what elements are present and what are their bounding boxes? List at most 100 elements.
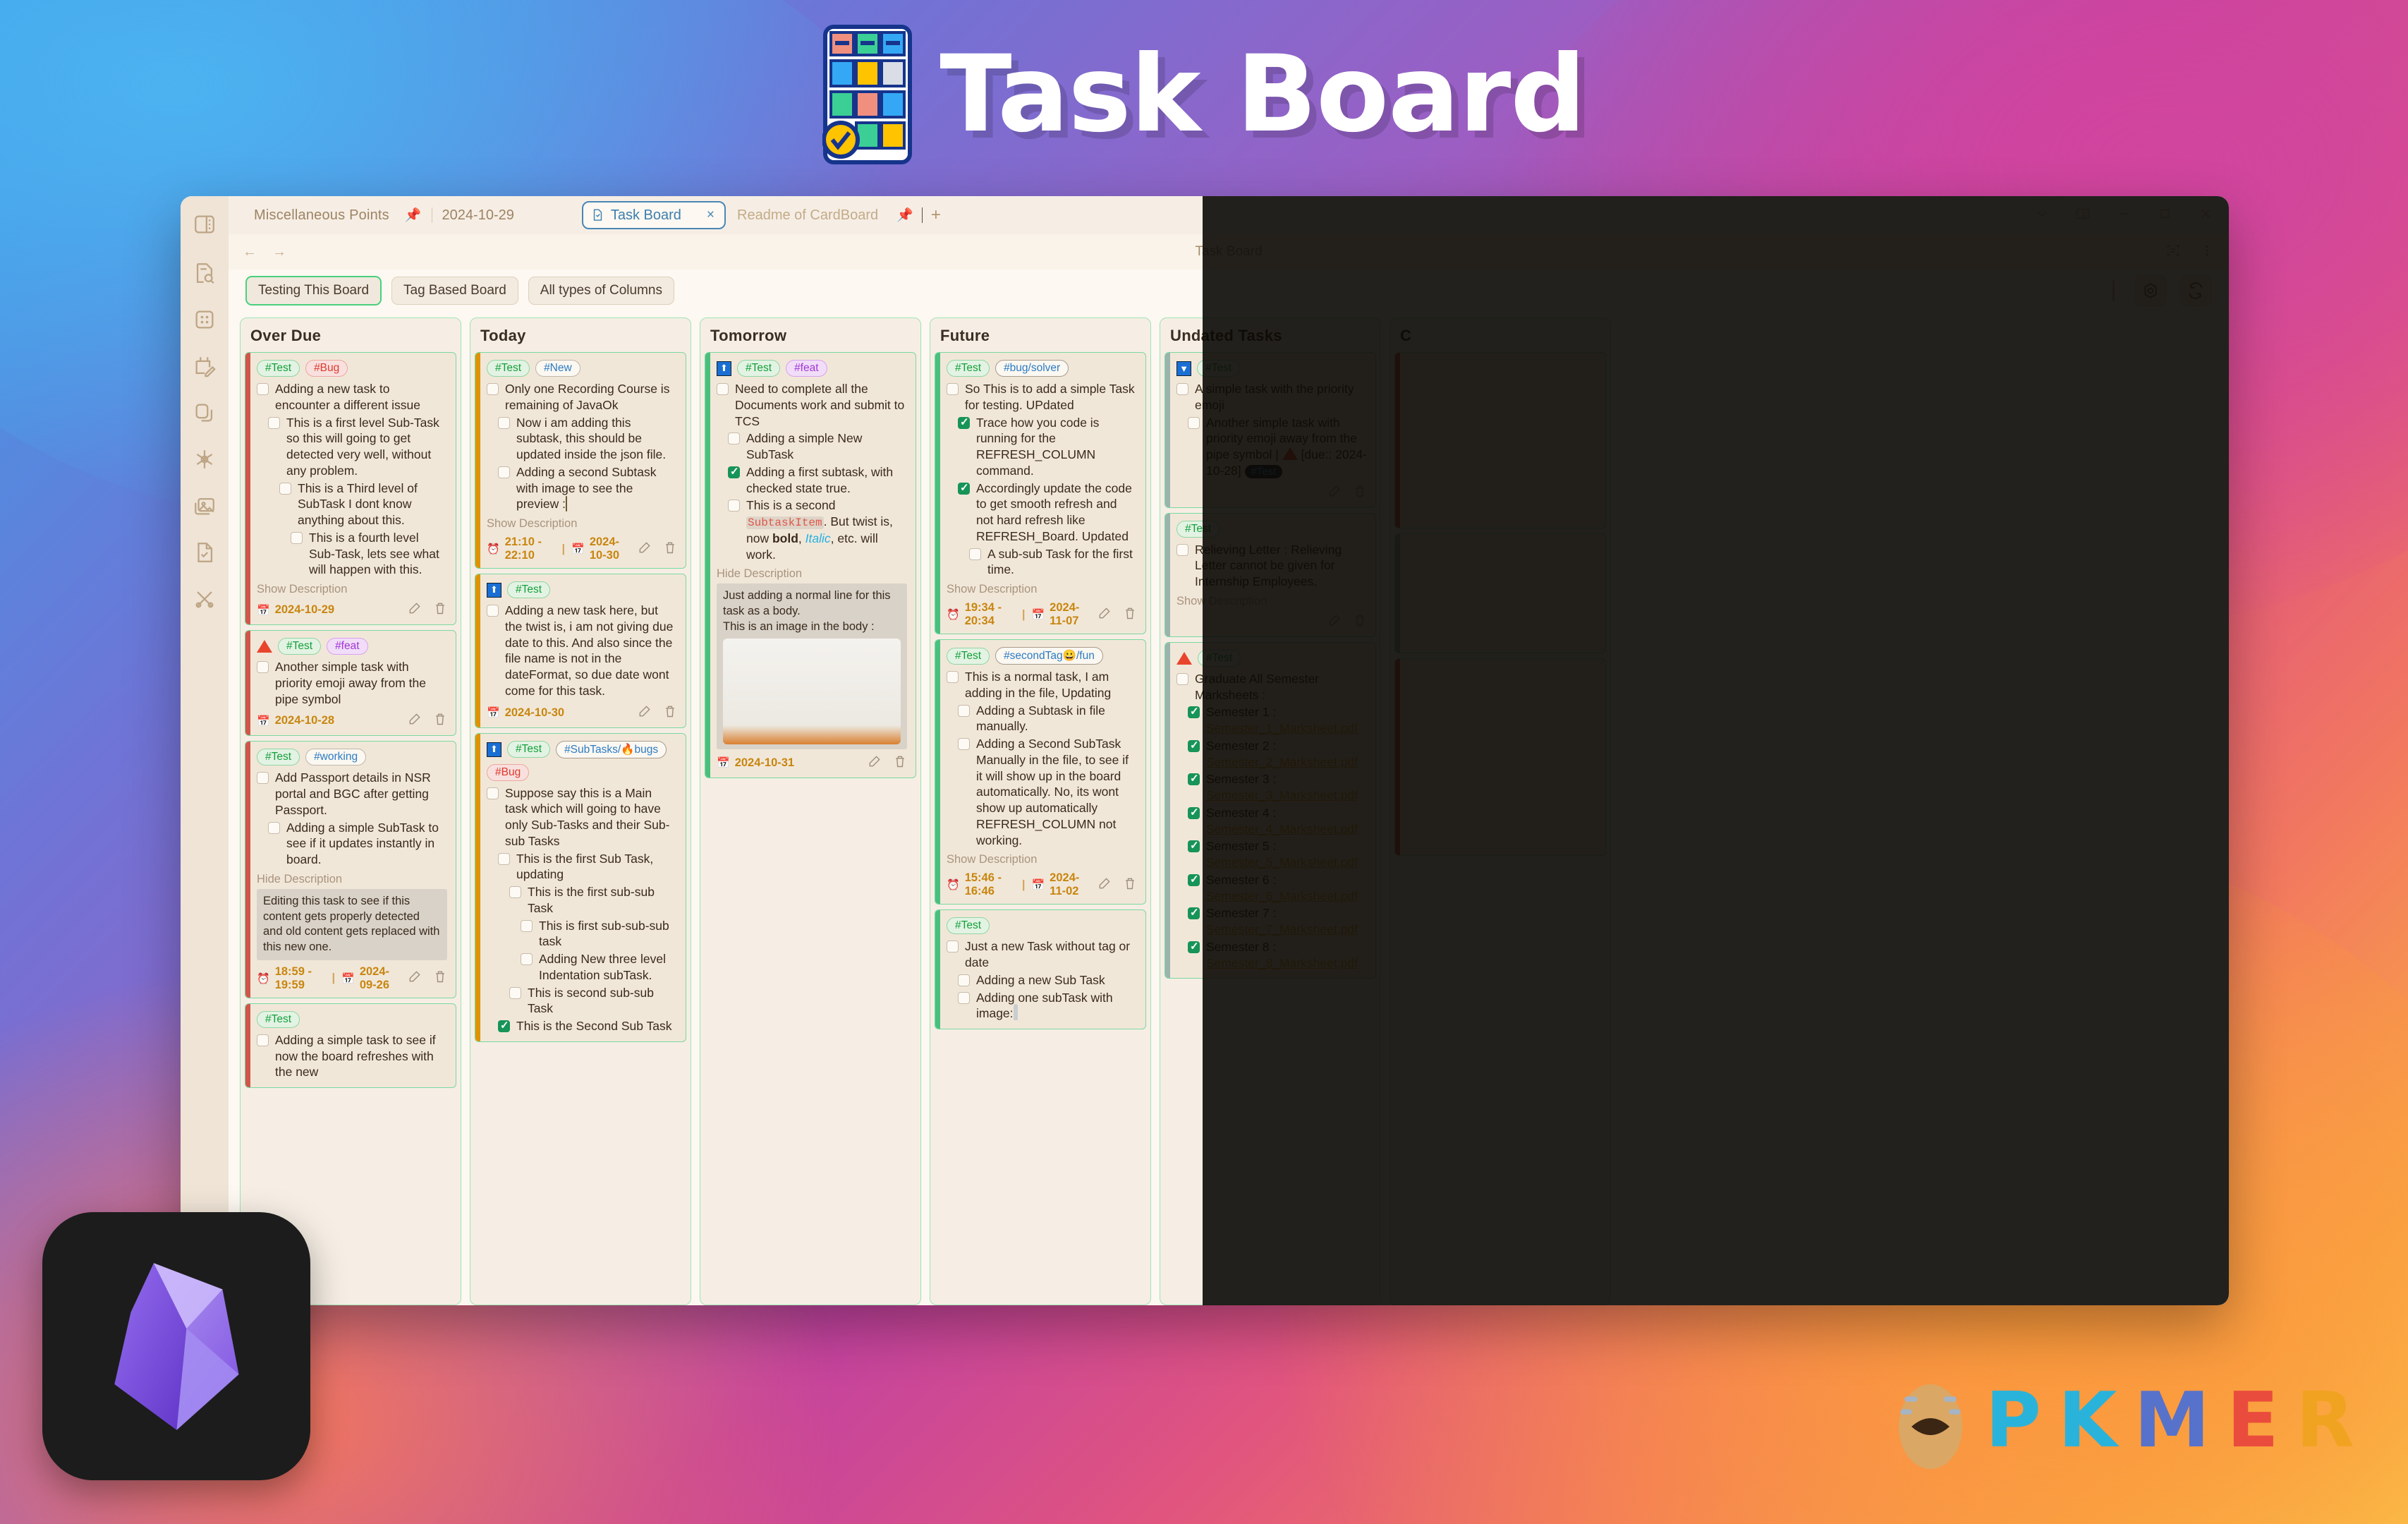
checkbox[interactable]	[947, 941, 959, 953]
tab-task-board[interactable]: Task Board ×	[581, 201, 726, 229]
dice-grid-icon[interactable]	[193, 308, 217, 332]
task-card[interactable]: #Test Graduate All Semester Marksheets :…	[1165, 641, 1376, 979]
task-card[interactable]	[1394, 658, 1606, 856]
checkbox[interactable]	[279, 482, 291, 495]
task-card[interactable]: #Test #Bug Adding a new task to encounte…	[245, 352, 456, 625]
checkbox[interactable]	[958, 974, 970, 986]
tag-second-tag-fun[interactable]: #secondTag😀/fun	[995, 647, 1103, 665]
tag-test[interactable]: #Test	[947, 647, 990, 665]
marksheet-link[interactable]: Semester_6_Marksheet.pdf	[1206, 889, 1358, 903]
tag-test[interactable]: #Test	[257, 749, 300, 766]
tab-readme-of-cardboard[interactable]: Readme of CardBoard	[737, 207, 878, 224]
checkbox[interactable]	[498, 1019, 510, 1033]
tag-test[interactable]: #Test	[947, 917, 990, 935]
marksheet-link[interactable]: Semester_5_Marksheet.pdf	[1206, 855, 1358, 869]
maximize-icon[interactable]	[2157, 206, 2172, 225]
checkbox[interactable]	[1176, 672, 1188, 685]
task-card[interactable]: #Test Just a new Task without tag or dat…	[935, 909, 1146, 1029]
checkbox[interactable]	[958, 481, 970, 495]
edit-icon[interactable]	[408, 969, 422, 987]
task-card[interactable]: ⬆ #Test Adding a new task here, but the …	[475, 574, 686, 728]
close-icon[interactable]	[2198, 206, 2213, 225]
tag-test[interactable]: #Test	[257, 360, 300, 377]
tag-bug[interactable]: #Bug	[305, 360, 348, 377]
edit-icon[interactable]	[408, 601, 422, 619]
checkbox[interactable]	[958, 704, 970, 717]
task-card[interactable]	[1394, 352, 1606, 528]
checkbox[interactable]	[717, 383, 729, 395]
board-tab-all-types-of-columns[interactable]: All types of Columns	[528, 277, 674, 305]
checkbox[interactable]	[291, 531, 303, 544]
tag-feat[interactable]: #feat	[786, 360, 827, 377]
checkbox[interactable]	[509, 986, 521, 999]
pin-icon[interactable]: 📌	[896, 207, 913, 224]
checkbox[interactable]	[521, 919, 533, 932]
marksheet-link[interactable]: Semester_4_Marksheet.pdf	[1206, 822, 1358, 836]
marksheet-link[interactable]: Semester_3_Marksheet.pdf	[1206, 788, 1358, 802]
description-toggle[interactable]: Hide Description	[717, 567, 907, 581]
checkbox[interactable]	[728, 465, 740, 478]
checkbox[interactable]	[498, 416, 510, 429]
tag-subtasks-bugs[interactable]: #SubTasks/🔥bugs	[556, 740, 667, 758]
checkbox[interactable]	[268, 416, 280, 429]
checkbox[interactable]	[958, 991, 970, 1004]
task-card[interactable]: #Test #secondTag😀/fun This is a normal t…	[935, 639, 1146, 905]
checkbox[interactable]	[1188, 739, 1200, 752]
checkbox[interactable]	[268, 821, 280, 834]
edit-icon[interactable]	[638, 704, 652, 722]
edit-icon[interactable]	[1097, 606, 1112, 624]
calendar-edit-icon[interactable]	[193, 354, 217, 378]
search-file-icon[interactable]	[193, 261, 217, 285]
tag-test[interactable]: #Test	[947, 360, 990, 377]
split-pane-icon[interactable]	[2075, 206, 2091, 225]
tag-test[interactable]: #Test	[1176, 520, 1220, 538]
tag-feat[interactable]: #feat	[327, 638, 368, 655]
checkbox[interactable]	[257, 772, 269, 785]
edit-icon[interactable]	[638, 540, 652, 558]
description-toggle[interactable]: Show Description	[257, 583, 447, 596]
tag-test[interactable]: #Test	[257, 1010, 300, 1028]
checkbox[interactable]	[947, 383, 959, 395]
more-options-icon[interactable]	[2199, 243, 2215, 262]
checkbox[interactable]	[1176, 543, 1188, 556]
task-card[interactable]	[1394, 533, 1606, 653]
gear-icon[interactable]	[2134, 274, 2167, 307]
checkbox[interactable]	[958, 416, 970, 429]
tag-test[interactable]: #Test	[507, 581, 551, 598]
tag-new[interactable]: #New	[535, 360, 580, 377]
tag-test[interactable]: #Test	[1244, 464, 1283, 478]
checkbox[interactable]	[958, 738, 970, 750]
edit-icon[interactable]	[868, 754, 882, 772]
delete-icon[interactable]	[1353, 613, 1367, 631]
delete-icon[interactable]	[433, 969, 447, 987]
checkbox[interactable]	[728, 500, 740, 512]
edit-icon[interactable]	[1327, 613, 1342, 631]
checkbox[interactable]	[947, 671, 959, 683]
marksheet-link[interactable]: Semester_7_Marksheet.pdf	[1206, 922, 1358, 936]
delete-icon[interactable]	[1353, 484, 1367, 502]
board-tab-tag-based-board[interactable]: Tag Based Board	[391, 277, 518, 305]
description-toggle[interactable]: Hide Description	[257, 873, 447, 886]
checkbox[interactable]	[1188, 906, 1200, 920]
checkbox[interactable]	[1188, 839, 1200, 853]
tag-bug-solver[interactable]: #bug/solver	[995, 360, 1069, 377]
tag-test[interactable]: #Test	[487, 360, 530, 377]
marksheet-link[interactable]: Semester_1_Marksheet.pdf	[1206, 721, 1358, 735]
task-card[interactable]: #Test #New Only one Recording Course is …	[475, 352, 686, 569]
checkbox[interactable]	[521, 953, 533, 965]
delete-icon[interactable]	[663, 540, 677, 558]
checkbox[interactable]	[728, 433, 740, 445]
copy-files-icon[interactable]	[193, 401, 217, 425]
description-toggle[interactable]: Show Description	[947, 583, 1137, 596]
delete-icon[interactable]	[1123, 876, 1137, 894]
new-tab-button[interactable]: +	[931, 205, 941, 225]
checkbox[interactable]	[487, 787, 499, 799]
chevron-down-icon[interactable]	[2034, 206, 2050, 225]
checkbox[interactable]	[257, 1034, 269, 1046]
task-card[interactable]: #Test #bug/solver So This is to add a si…	[935, 352, 1146, 634]
tag-test[interactable]: #Test	[278, 638, 322, 655]
delete-icon[interactable]	[663, 704, 677, 722]
checkbox[interactable]	[1188, 940, 1200, 953]
snowflake-icon[interactable]	[193, 447, 217, 471]
task-card[interactable]: #Test Adding a simple task to see if now…	[245, 1003, 456, 1089]
